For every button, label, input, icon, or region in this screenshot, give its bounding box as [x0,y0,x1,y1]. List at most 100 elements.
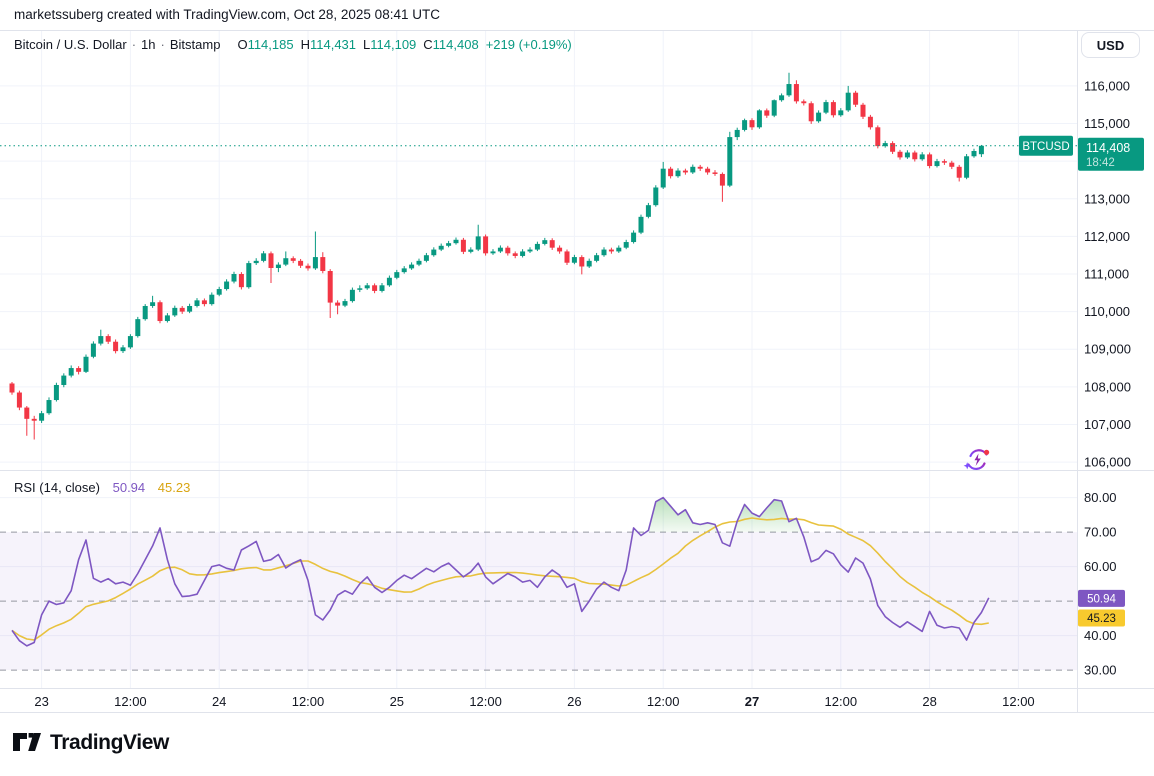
candle [380,283,385,292]
symbol-title[interactable]: Bitcoin / U.S. Dollar [14,37,127,52]
candle [683,169,688,175]
candle [261,251,266,262]
time-tick-label: 23 [34,694,48,709]
candle [76,366,81,374]
rsi-overbought-fill [646,498,718,532]
candle [705,167,710,175]
candle [883,141,888,148]
rsi-tick-label: 40.00 [1084,628,1117,643]
candle [690,165,695,174]
candle [772,99,777,117]
candle [158,300,163,323]
candle [653,185,658,206]
candle [239,272,244,289]
candle [446,241,451,247]
candle [809,101,814,124]
time-tick-label: 25 [390,694,404,709]
candle [298,259,303,268]
candle [283,251,288,266]
rsi-title[interactable]: RSI (14, close) [14,480,100,495]
candle [698,165,703,171]
rsi-tick-label: 60.00 [1084,559,1117,574]
candle [927,153,932,169]
price-tick-label: 106,000 [1084,455,1131,470]
candle [579,255,584,274]
rsi-pane[interactable] [0,498,1077,670]
candle [824,100,829,114]
candle [394,270,399,279]
candle [24,406,29,436]
candle [431,247,436,256]
candle [631,230,636,243]
open-label: O [237,37,247,52]
candle [195,298,200,307]
exchange-label[interactable]: Bitstamp [170,37,221,52]
time-axis[interactable]: 2312:002412:002512:002612:002712:002812:… [34,694,1034,709]
price-tick-label: 108,000 [1084,379,1131,394]
candle [875,125,880,148]
candle [750,118,755,130]
candle [713,170,718,176]
svg-text:45.23: 45.23 [1087,613,1116,625]
candle [735,128,740,140]
time-tick-label: 12:00 [292,694,325,709]
candle [920,152,925,161]
candle [957,165,962,182]
time-tick-label: 28 [922,694,936,709]
candle [357,285,362,292]
svg-text:BTCUSD: BTCUSD [1022,141,1069,153]
candle [764,108,769,117]
legend-separator: · [132,37,136,52]
candle [61,373,66,387]
candle [972,149,977,158]
candle-countdown: 18:42 [1086,157,1115,169]
notification-dot [984,450,989,455]
time-tick-label: 12:00 [647,694,680,709]
candle [594,253,599,262]
candle [794,80,799,103]
candle [269,251,274,283]
candle [468,247,473,253]
currency-toggle-button[interactable]: USD [1081,32,1140,58]
tradingview-brand[interactable]: TradingView [12,730,169,756]
rsi-ma-value: 45.23 [158,480,191,495]
candle [557,245,562,253]
candle [609,248,614,254]
candle [313,232,318,270]
ohlc-values: O114,185H114,431L114,109C114,408+219 (+0… [230,37,571,52]
candle [498,245,503,253]
chart-canvas[interactable]: BTCUSD 116,000115,000114,000113,000112,00… [0,0,1154,776]
candle [69,365,74,377]
time-tick-label: 27 [745,694,759,709]
sparkle-icon [964,462,971,469]
candle [853,91,858,107]
rsi-tick-label: 30.00 [1084,663,1117,678]
candle [32,416,37,440]
interval-label[interactable]: 1h [141,37,155,52]
candle [39,411,44,423]
price-axis[interactable]: 116,000115,000114,000113,000112,000111,0… [1078,78,1144,469]
rsi-value-badge: 50.94 [1078,590,1125,607]
price-tick-label: 112,000 [1084,229,1130,244]
price-tick-label: 111,000 [1084,267,1129,282]
candle [979,145,984,157]
candle [668,167,673,179]
candle [343,299,348,307]
candle [565,250,570,265]
candle [720,172,725,201]
candle [350,288,355,303]
candle [727,132,732,187]
candle [106,334,111,344]
candle [676,168,681,177]
candle [535,242,540,251]
candle [409,262,414,270]
candle [898,150,903,160]
candle [646,203,651,218]
candle [91,341,96,358]
rsi-axis[interactable]: 80.0070.0060.0040.0030.0050.9445.23 [1078,490,1125,677]
candle [476,225,481,251]
price-pane[interactable] [0,73,1077,440]
candle [846,86,851,112]
candle [454,238,459,245]
refresh-ai-icon[interactable] [961,444,993,476]
